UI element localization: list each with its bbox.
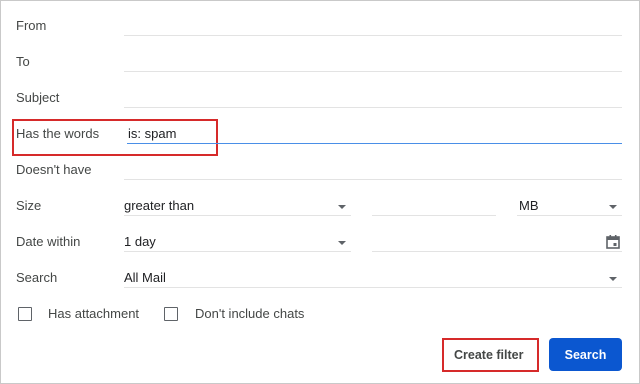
- search-label: Search: [16, 270, 58, 285]
- subject-field[interactable]: [124, 107, 622, 108]
- search-options-dialog: From To Subject Has the words is: spam D…: [0, 0, 640, 384]
- date-input[interactable]: [372, 251, 622, 252]
- search-scope-select[interactable]: All Mail: [124, 270, 166, 285]
- create-filter-button[interactable]: Create filter: [454, 348, 523, 362]
- from-label: From: [16, 18, 47, 33]
- dont-include-chats-label[interactable]: Don't include chats: [195, 306, 304, 321]
- search-scope-underline: [124, 287, 622, 288]
- size-operator-select[interactable]: greater than: [124, 198, 194, 213]
- calendar-icon[interactable]: [605, 234, 621, 250]
- search-scope-chevron-down-icon[interactable]: [609, 277, 617, 281]
- search-button[interactable]: Search: [549, 338, 622, 371]
- has-words-label: Has the words: [16, 126, 100, 141]
- size-unit-underline: [517, 215, 622, 216]
- size-operator-underline: [124, 215, 351, 216]
- has-attachment-label[interactable]: Has attachment: [48, 306, 139, 321]
- size-operator-chevron-down-icon[interactable]: [338, 205, 346, 209]
- date-within-underline: [124, 251, 351, 252]
- size-label: Size: [16, 198, 42, 213]
- size-unit-select[interactable]: MB: [519, 198, 539, 213]
- date-within-chevron-down-icon[interactable]: [338, 241, 346, 245]
- has-words-value[interactable]: is: spam: [128, 126, 176, 141]
- date-within-label: Date within: [16, 234, 81, 249]
- from-field[interactable]: [124, 35, 622, 36]
- to-label: To: [16, 54, 30, 69]
- date-within-select[interactable]: 1 day: [124, 234, 156, 249]
- doesnt-have-label: Doesn't have: [16, 162, 92, 177]
- has-attachment-checkbox[interactable]: [18, 307, 32, 321]
- dont-include-chats-checkbox[interactable]: [164, 307, 178, 321]
- has-words-field[interactable]: [127, 143, 622, 144]
- doesnt-have-field[interactable]: [124, 179, 622, 180]
- size-unit-chevron-down-icon[interactable]: [609, 205, 617, 209]
- to-field[interactable]: [124, 71, 622, 72]
- size-value-input[interactable]: [372, 215, 496, 216]
- subject-label: Subject: [16, 90, 60, 105]
